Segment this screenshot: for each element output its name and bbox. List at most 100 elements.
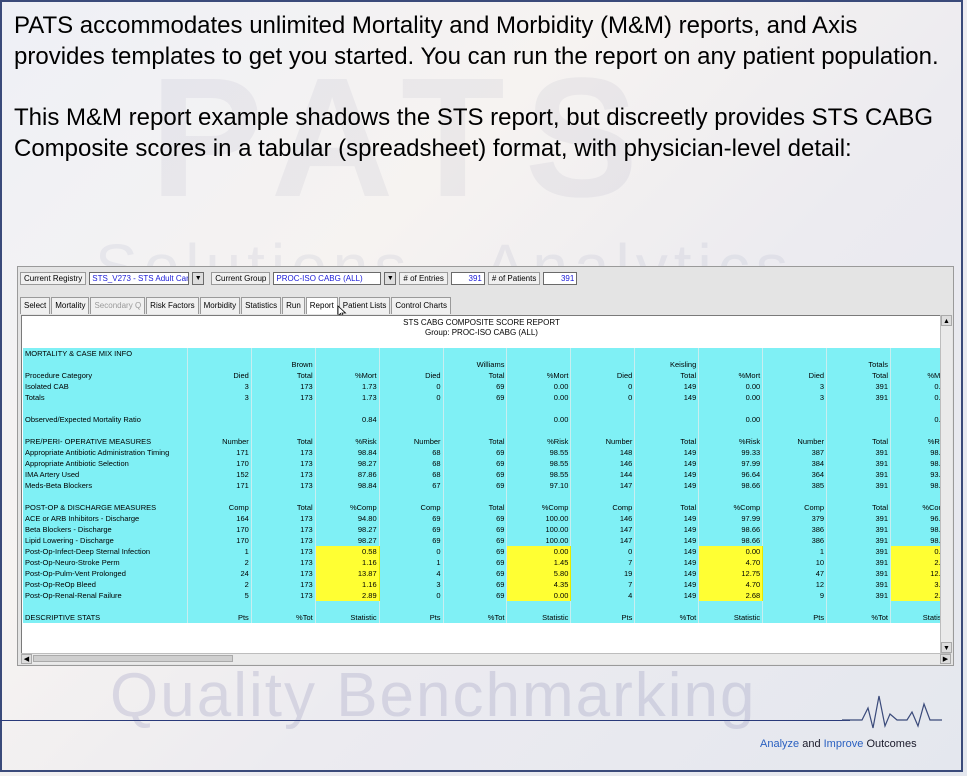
table-row: Beta Blockers - Discharge 170 173 98.27 69 69…: [23, 524, 941, 535]
table-cell: [890, 359, 941, 370]
table-cell: Total: [443, 436, 508, 447]
table-cell: 0.00: [506, 392, 572, 403]
table-cell: Comp: [379, 502, 444, 513]
tab-risk-factors[interactable]: Risk Factors: [146, 297, 199, 314]
entries-count: 391: [450, 271, 485, 285]
vertical-scrollbar[interactable]: ▲ ▼: [940, 315, 952, 653]
table-cell: 100.00: [506, 513, 572, 524]
table-cell: 0: [379, 590, 444, 601]
table-row: [23, 425, 941, 436]
registry-dropdown-icon[interactable]: ▼: [192, 271, 205, 285]
table-cell: 98.98: [890, 447, 941, 458]
table-cell: 149: [634, 447, 700, 458]
table-cell: 173: [251, 546, 316, 557]
table-cell: 391: [826, 458, 892, 469]
table-cell: %Tot: [251, 612, 316, 623]
table-cell: 13.87: [315, 568, 380, 579]
table-cell: [826, 348, 892, 359]
table-cell: 3.07: [890, 579, 941, 590]
scroll-up-icon[interactable]: ▲: [941, 315, 952, 326]
table-cell: Pts: [187, 612, 252, 623]
table-cell: 0: [379, 381, 444, 392]
table-cell: 391: [826, 568, 892, 579]
footer-rule: [0, 720, 850, 721]
table-cell: 1.16: [315, 579, 380, 590]
table-cell: [187, 348, 252, 359]
table-cell: 1.16: [315, 557, 380, 568]
table-cell: 152: [187, 469, 252, 480]
table-cell: 4: [379, 568, 444, 579]
tab-secondary-q[interactable]: Secondary Q: [90, 297, 146, 314]
table-cell: 97.99: [698, 458, 764, 469]
table-cell: Total: [634, 436, 700, 447]
intro-paragraph-1: PATS accommodates unlimited Mortality an…: [14, 12, 939, 70]
table-cell: [826, 425, 892, 436]
table-cell: 69: [443, 480, 508, 491]
table-cell: 2: [187, 557, 252, 568]
table-cell: 99.33: [698, 447, 764, 458]
table-cell: [443, 414, 508, 425]
table-cell: [634, 425, 700, 436]
table-cell: 387: [762, 447, 828, 458]
table-row: Appropriate Antibiotic Administration Ti…: [23, 447, 941, 458]
entries-label: # of Entries: [399, 271, 448, 285]
scroll-down-icon[interactable]: ▼: [941, 642, 952, 653]
table-cell: 0.00: [698, 414, 764, 425]
table-cell: 391: [826, 392, 892, 403]
table-cell: 68: [379, 447, 444, 458]
row-label: Observed/Expected Mortality Ratio: [23, 414, 188, 425]
table-cell: 24: [187, 568, 252, 579]
table-cell: [698, 403, 764, 414]
table-row: PRE/PERI- OPERATIVE MEASURES Number Total%…: [23, 436, 941, 447]
table-cell: 19: [570, 568, 636, 579]
table-cell: [570, 348, 636, 359]
table-cell: 149: [634, 535, 700, 546]
row-label: Post-Op-Neuro-Stroke Perm: [23, 557, 188, 568]
row-label: Appropriate Antibiotic Administration Ti…: [23, 447, 188, 458]
table-row: Post-Op-Pulm-Vent Prolonged 24 173 13.87 4 69…: [23, 568, 941, 579]
tab-control-charts[interactable]: Control Charts: [391, 297, 451, 314]
table-cell: [187, 414, 252, 425]
table-cell: 12.02: [890, 568, 941, 579]
tab-morbidity[interactable]: Morbidity: [199, 297, 241, 314]
table-cell: 69: [443, 447, 508, 458]
table-cell: [315, 601, 380, 612]
row-label: Post-Op-Infect-Deep Sternal Infection: [23, 546, 188, 557]
table-row: Procedure Category Died Total %Mort Died Tota…: [23, 370, 941, 381]
table-cell: Died: [570, 370, 636, 381]
report-grid: MORTALITY & CASE MIX INFO Brown Williams Ke…: [23, 348, 941, 623]
group-dropdown-icon[interactable]: ▼: [384, 271, 397, 285]
table-cell: [762, 425, 828, 436]
table-cell: 0.77: [890, 381, 941, 392]
tab-mortality[interactable]: Mortality: [51, 297, 90, 314]
row-label: [23, 403, 188, 414]
table-cell: 146: [570, 458, 636, 469]
row-label: Post-Op-ReOp Bleed: [23, 579, 188, 590]
table-cell: 69: [443, 392, 508, 403]
tagline-outcomes: Outcomes: [866, 738, 917, 750]
table-cell: [187, 359, 252, 370]
table-cell: Total: [251, 370, 316, 381]
table-cell: %Risk: [315, 436, 380, 447]
table-cell: 87.86: [315, 469, 380, 480]
heartbeat-icon: [842, 695, 942, 729]
registry-select[interactable]: STS_V273 - STS Adult Car: [89, 271, 190, 285]
scroll-right-icon[interactable]: ▶: [940, 654, 951, 664]
tab-select[interactable]: Select: [20, 297, 51, 314]
table-cell: 170: [187, 458, 252, 469]
table-row: IMA Artery Used 152 173 87.86 68 69 98.55 144 14…: [23, 469, 941, 480]
tab-statistics[interactable]: Statistics: [241, 297, 282, 314]
table-cell: [826, 403, 892, 414]
table-cell: 3: [187, 392, 252, 403]
horizontal-scrollbar[interactable]: ◀ ▶: [21, 653, 951, 664]
scroll-left-icon[interactable]: ◀: [21, 654, 32, 664]
row-label: Post-Op-Pulm-Vent Prolonged: [23, 568, 188, 579]
group-select[interactable]: PROC-ISO CABG (ALL): [273, 271, 382, 285]
scroll-thumb[interactable]: [33, 655, 233, 662]
table-cell: 164: [187, 513, 252, 524]
table-cell: 2.89: [315, 590, 380, 601]
tab-run[interactable]: Run: [282, 297, 305, 314]
table-cell: %Mort: [698, 370, 764, 381]
table-row: Meds-Beta Blockers 171 173 98.84 67 69 97.10 14…: [23, 480, 941, 491]
tab-report[interactable]: Report: [305, 297, 338, 314]
